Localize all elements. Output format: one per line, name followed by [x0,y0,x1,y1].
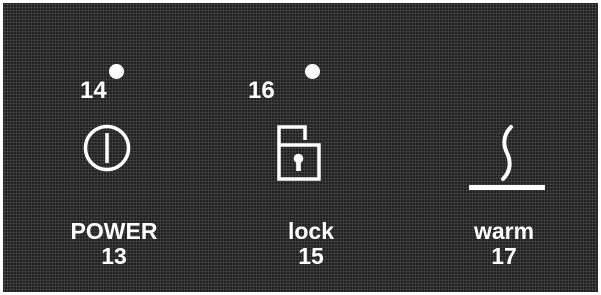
lock-indicator-ref: 16 [248,77,275,104]
warm-label: warm [473,218,535,244]
power-ref: 13 [101,243,127,269]
power-indicator-ref: 14 [80,77,107,104]
lock-indicator-light [305,64,320,79]
power-label: POWER [70,218,158,244]
warm-ref: 17 [491,243,517,269]
padlock-icon[interactable] [274,121,324,183]
power-icon[interactable] [82,123,132,173]
control-panel: 14 POWER 13 16 lock 15 warm 17 [3,3,598,292]
lock-label: lock [287,218,335,244]
power-indicator-light [109,64,124,79]
warm-steam-icon[interactable] [463,123,545,195]
lock-ref: 15 [298,243,324,269]
